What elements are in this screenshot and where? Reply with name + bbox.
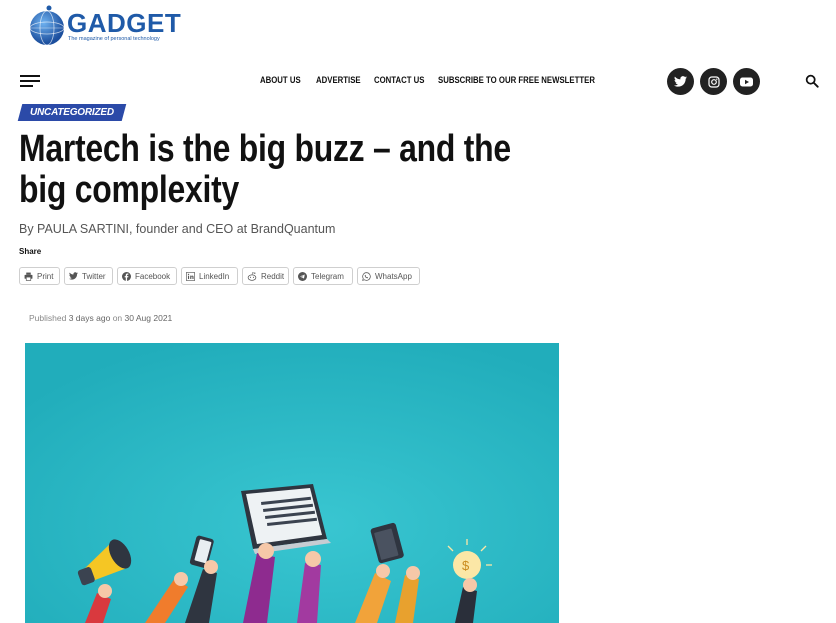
share-reddit-button[interactable]: Reddit bbox=[242, 267, 289, 285]
share-telegram-button[interactable]: Telegram bbox=[293, 267, 353, 285]
telegram-icon bbox=[298, 271, 307, 281]
share-print-button[interactable]: Print bbox=[19, 267, 60, 285]
twitter-icon[interactable] bbox=[667, 68, 694, 95]
share-twitter-button[interactable]: Twitter bbox=[64, 267, 113, 285]
youtube-icon[interactable] bbox=[733, 68, 760, 95]
site-logo[interactable]: GADGET The magazine of personal technolo… bbox=[27, 4, 181, 52]
article-title: Martech is the big buzz – and the big co… bbox=[19, 128, 511, 211]
logo-tagline: The magazine of personal technology bbox=[68, 36, 160, 42]
share-label: Share bbox=[19, 247, 42, 256]
linkedin-icon bbox=[186, 271, 195, 281]
share-facebook-label: Facebook bbox=[135, 271, 171, 281]
logo-text: GADGET bbox=[67, 8, 182, 38]
share-whatsapp-button[interactable]: WhatsApp bbox=[357, 267, 420, 285]
hero-illustration: $ bbox=[25, 343, 559, 623]
whatsapp-icon bbox=[362, 271, 371, 281]
reddit-icon bbox=[247, 271, 257, 281]
printer-icon bbox=[24, 272, 33, 281]
share-reddit-label: Reddit bbox=[261, 271, 285, 281]
category-badge[interactable]: UNCATEGORIZED bbox=[17, 104, 127, 121]
svg-text:$: $ bbox=[462, 558, 470, 573]
published-info: Published 3 days ago on 30 Aug 2021 bbox=[29, 313, 172, 323]
share-linkedin-label: LinkedIn bbox=[199, 271, 230, 281]
search-icon[interactable] bbox=[805, 74, 819, 88]
published-on: on bbox=[112, 313, 123, 323]
article-byline: By PAULA SARTINI, founder and CEO at Bra… bbox=[19, 222, 336, 236]
share-facebook-button[interactable]: Facebook bbox=[117, 267, 177, 285]
published-date: 30 Aug 2021 bbox=[124, 313, 173, 323]
share-linkedin-button[interactable]: LinkedIn bbox=[181, 267, 238, 285]
share-print-label: Print bbox=[37, 271, 54, 281]
nav-subscribe-newsletter[interactable]: SUBSCRIBE TO OUR FREE NEWSLETTER bbox=[438, 75, 595, 86]
instagram-icon[interactable] bbox=[700, 68, 727, 95]
category-label: UNCATEGORIZED bbox=[30, 107, 114, 118]
nav-contact-us[interactable]: CONTACT US bbox=[374, 75, 424, 86]
share-whatsapp-label: WhatsApp bbox=[375, 271, 412, 281]
twitter-share-icon bbox=[69, 272, 78, 280]
menu-hamburger-icon[interactable] bbox=[20, 73, 40, 89]
nav-about-us[interactable]: ABOUT US bbox=[260, 75, 301, 86]
article-hero-image: $ bbox=[25, 343, 559, 623]
published-ago: 3 days ago bbox=[68, 313, 111, 323]
nav-advertise[interactable]: ADVERTISE bbox=[316, 75, 361, 86]
share-telegram-label: Telegram bbox=[311, 271, 344, 281]
globe-logo-icon bbox=[29, 5, 65, 46]
facebook-icon bbox=[122, 271, 131, 281]
share-twitter-label: Twitter bbox=[82, 271, 106, 281]
published-prefix: Published bbox=[29, 313, 67, 323]
